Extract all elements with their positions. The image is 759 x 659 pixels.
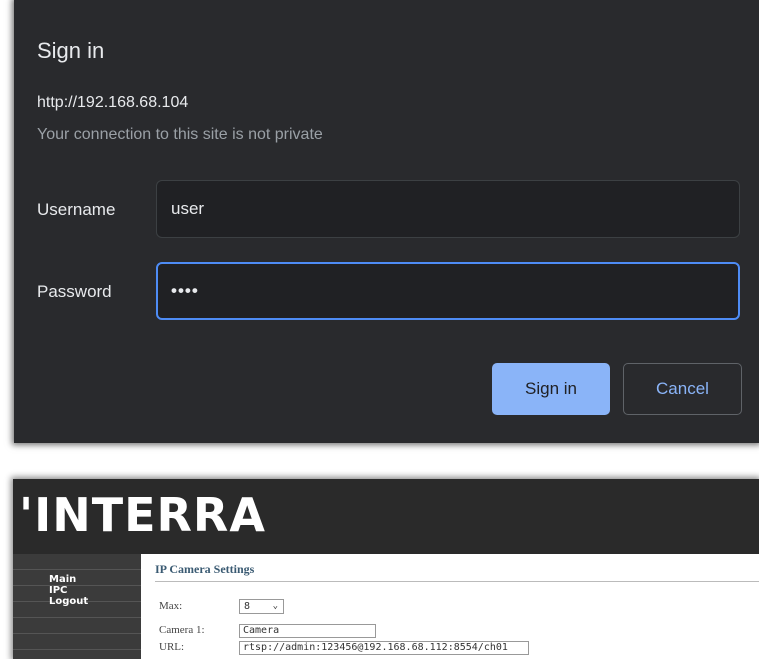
sidebar-item-ipc[interactable]: IPC	[49, 585, 67, 596]
url-value: rtsp://admin:123456@192.168.68.112:8554/…	[243, 642, 508, 653]
sidebar-item-main[interactable]: Main	[49, 574, 76, 585]
max-select[interactable]: 8 ⌄	[239, 599, 284, 614]
title-divider	[155, 581, 759, 582]
dialog-origin-url: http://192.168.68.104	[37, 94, 189, 111]
sidebar-item-logout[interactable]: Logout	[49, 596, 88, 607]
sign-in-dialog: Sign in http://192.168.68.104 Your conne…	[14, 0, 759, 443]
cancel-button[interactable]: Cancel	[623, 363, 742, 415]
interra-logo: 'INTERRA	[19, 488, 266, 542]
web-header: 'INTERRA	[13, 479, 759, 554]
url-label: URL:	[159, 641, 185, 653]
sidebar: Main IPC Logout	[13, 554, 141, 659]
camera-1-name-value: Camera	[243, 625, 280, 636]
password-input[interactable]: ••••	[156, 262, 740, 320]
url-input[interactable]: rtsp://admin:123456@192.168.68.112:8554/…	[239, 641, 529, 655]
page-title: IP Camera Settings	[155, 562, 255, 576]
camera-web-ui: 'INTERRA Main IPC Logout IP Camera Setti…	[13, 479, 759, 659]
dialog-title: Sign in	[37, 38, 105, 63]
password-masked-value: ••••	[171, 281, 199, 300]
main-content: IP Camera Settings Max: 8 ⌄ Camera 1: Ca…	[141, 554, 759, 659]
max-select-value: 8	[244, 601, 251, 612]
chevron-down-icon: ⌄	[272, 601, 278, 611]
camera-1-name-input[interactable]: Camera	[239, 624, 376, 638]
username-input[interactable]: user	[156, 180, 740, 238]
camera-1-label: Camera 1:	[159, 624, 205, 636]
password-label: Password	[37, 282, 112, 301]
max-label: Max:	[159, 600, 183, 612]
username-value: user	[171, 199, 205, 218]
username-label: Username	[37, 200, 116, 219]
sign-in-button[interactable]: Sign in	[492, 363, 610, 415]
connection-warning: Your connection to this site is not priv…	[37, 126, 323, 143]
